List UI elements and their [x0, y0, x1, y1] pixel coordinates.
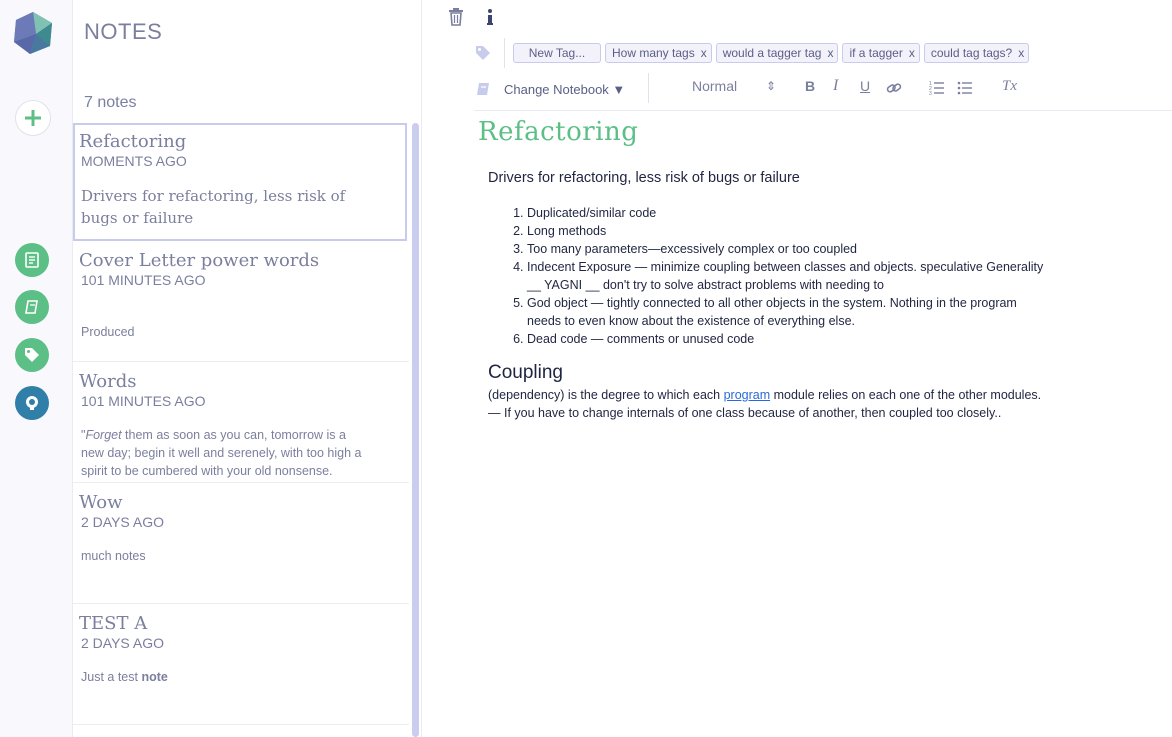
refactoring-list: Duplicated/similar code Long methods Too… — [488, 204, 1048, 348]
info-icon — [487, 9, 493, 25]
link-button[interactable] — [885, 79, 903, 97]
tag-chip[interactable]: would a tagger tag x — [715, 43, 839, 63]
toolbar-divider — [648, 73, 649, 103]
note-timestamp: MOMENTS AGO — [81, 153, 187, 169]
tag-chip[interactable]: How many tags x — [605, 43, 712, 63]
bold-button[interactable]: B — [805, 78, 815, 94]
link-icon — [886, 83, 902, 93]
note-item-cover-letter[interactable]: Cover Letter power words 101 MINUTES AGO… — [73, 241, 409, 362]
new-tag-input[interactable]: New Tag... — [513, 43, 601, 63]
tag-label: could tag tags? — [930, 46, 1013, 60]
tag-icon — [476, 46, 490, 60]
list-item: Too many parameters—excessively complex … — [527, 240, 1048, 258]
preview-bold: note — [141, 670, 168, 684]
note-title: Cover Letter power words — [79, 250, 320, 271]
body-lead-paragraph: Drivers for refactoring, less risk of bu… — [488, 170, 800, 186]
note-timestamp: 2 DAYS AGO — [81, 514, 164, 530]
remove-tag-button[interactable]: x — [701, 46, 707, 60]
para-text: (dependency) is the degree to which each — [488, 388, 724, 402]
note-timestamp: 101 MINUTES AGO — [81, 393, 206, 409]
plus-icon — [25, 110, 41, 126]
format-select[interactable]: Normal — [692, 78, 737, 94]
tags-nav-button[interactable] — [15, 338, 49, 372]
list-item: God object — tightly connected to all ot… — [527, 294, 1048, 330]
app-rail — [0, 0, 73, 737]
add-note-button[interactable] — [15, 100, 51, 136]
underline-button[interactable]: U — [860, 78, 870, 94]
bullet-list-button[interactable] — [956, 79, 974, 97]
note-icon — [25, 252, 39, 268]
format-select-arrow[interactable]: ⇕ — [766, 79, 776, 93]
editor-divider — [474, 110, 1172, 111]
change-notebook-dropdown[interactable]: Change Notebook ▼ — [504, 82, 625, 97]
preview-text: them as soon as you can, tomorrow is a n… — [81, 428, 362, 478]
tag-label: would a tagger tag — [722, 46, 822, 60]
note-info-button[interactable] — [482, 6, 498, 28]
trash-icon — [449, 8, 463, 26]
notebook-icon — [477, 83, 489, 95]
notes-scroll-area[interactable]: Refactoring MOMENTS AGO Drivers for refa… — [73, 120, 409, 737]
tag-chip[interactable]: could tag tags? x — [923, 43, 1030, 63]
note-body[interactable]: Drivers for refactoring, less risk of bu… — [488, 170, 1048, 422]
note-title: Refactoring — [79, 131, 187, 152]
github-icon — [26, 396, 38, 410]
note-item-wow[interactable]: Wow 2 DAYS AGO much notes — [73, 483, 409, 604]
preview-text: Just a test — [81, 670, 142, 684]
note-item-words[interactable]: Words 101 MINUTES AGO "Forget them as so… — [73, 362, 409, 483]
tag-icon — [25, 348, 39, 362]
note-preview: much notes — [81, 549, 146, 563]
delete-note-button[interactable] — [446, 6, 466, 28]
note-title-heading[interactable]: Refactoring — [478, 117, 638, 147]
tag-label: How many tags — [612, 46, 695, 60]
list-item: Duplicated/similar code — [527, 204, 1048, 222]
note-preview: Just a test note — [81, 668, 371, 686]
italic-button[interactable]: I — [833, 77, 838, 95]
note-preview: "Forget them as soon as you can, tomorro… — [81, 426, 371, 480]
note-count: 7 notes — [84, 94, 137, 111]
remove-tag-button[interactable]: x — [909, 46, 915, 60]
tags-bar: New Tag... How many tags x would a tagger… — [474, 38, 1033, 68]
list-item: Indecent Exposure — minimize coupling be… — [527, 258, 1048, 294]
list-item: Long methods — [527, 222, 1048, 240]
clear-format-button[interactable]: Tx — [1002, 78, 1017, 95]
notes-list-panel: NOTES 7 notes Refactoring MOMENTS AGO Dr… — [73, 0, 422, 737]
bullet-list-icon — [957, 81, 972, 95]
program-link[interactable]: program — [724, 388, 771, 402]
ordered-list-icon: 1 2 3 — [929, 81, 944, 96]
remove-tag-button[interactable]: x — [1018, 46, 1024, 60]
toolbar-divider — [504, 38, 505, 68]
note-item-test-a[interactable]: TEST A 2 DAYS AGO Just a test note — [73, 604, 409, 725]
notebooks-nav-button[interactable] — [15, 290, 49, 324]
list-item: Dead code — comments or unused code — [527, 330, 1048, 348]
section-heading: Coupling — [488, 362, 563, 383]
coupling-paragraph: (dependency) is the degree to which each… — [488, 386, 1048, 422]
tag-chip[interactable]: if a tagger x — [842, 43, 920, 63]
note-title: TEST A — [79, 613, 148, 634]
note-title: Words — [79, 371, 137, 392]
app-logo-icon — [14, 12, 52, 54]
remove-tag-button[interactable]: x — [827, 46, 833, 60]
note-timestamp: 2 DAYS AGO — [81, 635, 164, 651]
notes-nav-button[interactable] — [15, 243, 49, 277]
note-timestamp: 101 MINUTES AGO — [81, 272, 206, 288]
ordered-list-button[interactable]: 1 2 3 — [928, 79, 946, 97]
tag-label: if a tagger — [849, 46, 903, 60]
notes-panel-title: NOTES — [84, 19, 163, 44]
notes-scrollbar[interactable] — [411, 123, 421, 737]
notebook-bar: Change Notebook ▼ — [474, 76, 625, 102]
github-button[interactable] — [15, 386, 49, 420]
note-preview: Drivers for refactoring, less risk of bu… — [81, 187, 346, 227]
editor-panel: New Tag... How many tags x would a tagger… — [422, 0, 1172, 737]
note-title: Wow — [79, 492, 123, 513]
note-item-refactoring[interactable]: Refactoring MOMENTS AGO Drivers for refa… — [73, 123, 407, 241]
scrollbar-thumb[interactable] — [412, 123, 419, 737]
svg-text:3: 3 — [929, 91, 932, 96]
note-preview: Produced — [81, 325, 135, 339]
preview-emphasis: Forget — [85, 428, 122, 442]
notebook-icon — [25, 300, 38, 314]
